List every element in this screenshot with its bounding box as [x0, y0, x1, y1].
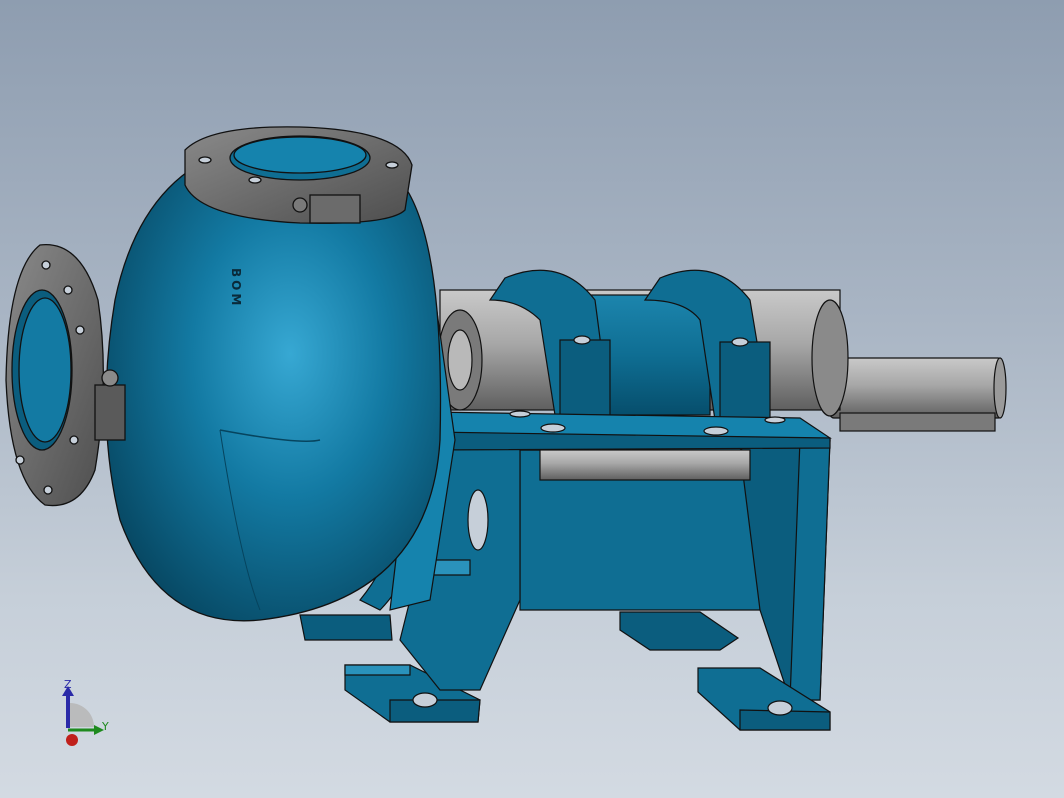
base-feet[interactable] [299, 611, 831, 731]
cad-graphics-viewport[interactable]: BOM Z Y [0, 0, 1064, 798]
casing-engraving: BOM [229, 268, 243, 308]
coordinate-triad: Z Y [50, 678, 120, 748]
triad-axes-icon [62, 686, 104, 746]
discharge-flange[interactable] [184, 126, 413, 224]
pump-assembly-model[interactable]: BOM [0, 0, 1064, 798]
suction-flange[interactable] [5, 244, 126, 507]
triad-y-label: Y [102, 720, 109, 733]
triad-z-label: Z [64, 678, 72, 691]
mounting-plate[interactable] [429, 410, 832, 451]
